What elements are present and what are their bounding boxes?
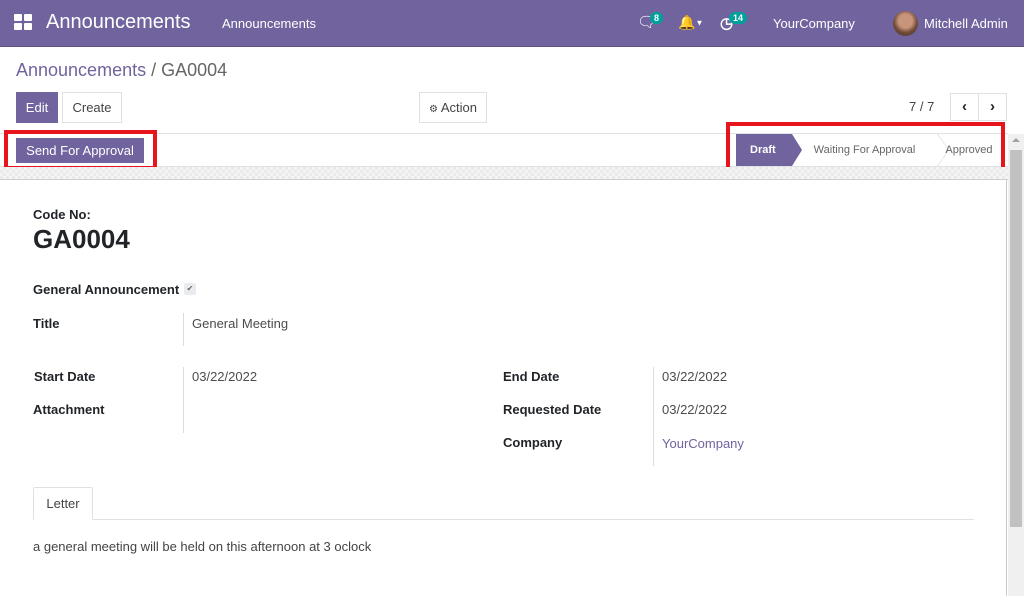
action-label: Action — [440, 100, 477, 115]
code-no-label: Code No: — [33, 207, 91, 222]
field-divider — [183, 367, 184, 433]
tab-letter[interactable]: Letter — [33, 487, 93, 520]
chevron-right-icon: › — [990, 98, 995, 115]
highlight-box-send-button — [4, 130, 157, 170]
company-value-link[interactable]: YourCompany — [662, 436, 744, 451]
letter-content: a general meeting will be held on this a… — [33, 539, 372, 554]
apps-menu-icon[interactable] — [14, 14, 32, 30]
breadcrumb: Announcements / GA0004 — [16, 60, 227, 81]
scrollbar-thumb[interactable] — [1010, 150, 1022, 527]
caret-down-icon: ▼ — [695, 18, 704, 28]
start-date-value: 03/22/2022 — [192, 369, 258, 384]
user-menu[interactable]: Mitchell Admin — [924, 16, 1008, 31]
vertical-scrollbar[interactable] — [1008, 134, 1024, 596]
sheet-background — [0, 167, 1008, 180]
field-divider — [183, 313, 184, 346]
start-date-label: Start Date — [34, 369, 96, 384]
top-navbar: Announcements Announcements 🗨 8 🔔▼ ◷ 14 … — [0, 0, 1024, 47]
app-title[interactable]: Announcements — [46, 11, 191, 34]
title-label: Title — [33, 316, 60, 331]
attachment-label: Attachment — [33, 402, 105, 417]
messages-badge: 8 — [650, 12, 664, 24]
pager-next-button[interactable]: › — [978, 93, 1007, 121]
create-button[interactable]: Create — [62, 92, 122, 123]
requested-date-value: 03/22/2022 — [662, 402, 728, 417]
bell-icon: 🔔 — [678, 14, 696, 30]
company-label: Company — [503, 435, 563, 450]
chevron-left-icon: ‹ — [962, 98, 967, 115]
notebook-tabs-border — [33, 519, 974, 520]
general-announcement-label: General Announcement — [33, 282, 180, 297]
notifications-button[interactable]: 🔔▼ — [678, 14, 703, 31]
title-value: General Meeting — [192, 316, 289, 331]
code-no-value: GA0004 — [33, 224, 130, 254]
form-sheet — [0, 180, 1007, 596]
company-switcher[interactable]: YourCompany — [773, 16, 855, 31]
breadcrumb-current: GA0004 — [161, 60, 228, 80]
checkmark-icon: ✔ — [186, 284, 194, 293]
scroll-up-arrow-icon[interactable] — [1012, 138, 1020, 142]
activities-badge: 14 — [729, 12, 748, 24]
menu-announcements[interactable]: Announcements — [222, 16, 316, 31]
pager-value: 7 / 7 — [909, 99, 935, 114]
gear-icon: ⚙ — [428, 104, 438, 115]
end-date-label: End Date — [503, 369, 560, 384]
user-avatar[interactable] — [893, 11, 918, 36]
pager-previous-button[interactable]: ‹ — [950, 93, 979, 121]
breadcrumb-separator: / — [151, 60, 157, 80]
action-button[interactable]: ⚙ Action — [419, 92, 487, 123]
end-date-value: 03/22/2022 — [662, 369, 728, 384]
edit-button[interactable]: Edit — [16, 92, 58, 123]
requested-date-label: Requested Date — [503, 402, 602, 417]
breadcrumb-parent[interactable]: Announcements — [16, 60, 146, 80]
general-announcement-checkbox[interactable]: ✔ — [184, 283, 196, 295]
field-divider — [653, 367, 654, 466]
